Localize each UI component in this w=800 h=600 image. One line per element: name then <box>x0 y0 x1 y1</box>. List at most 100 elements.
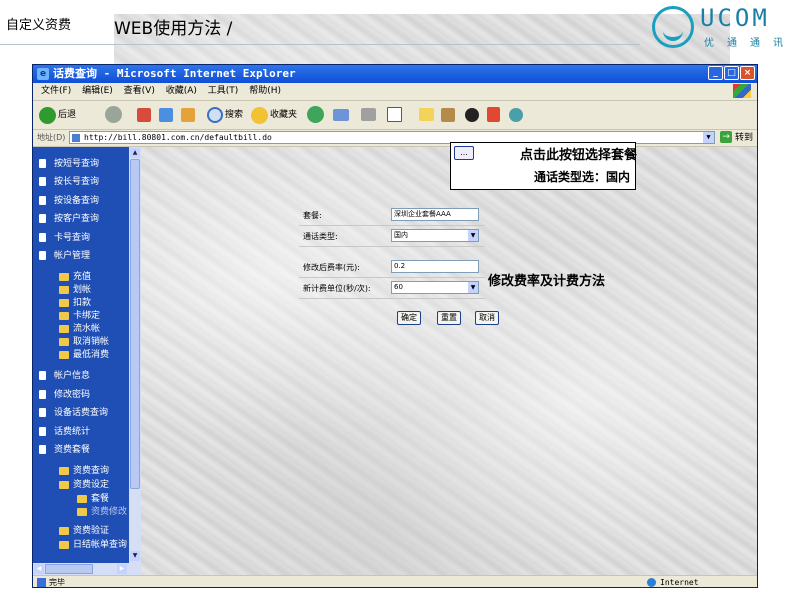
print-icon <box>361 108 376 121</box>
favorites-button[interactable]: 收藏夹 <box>251 106 297 124</box>
messenger-button[interactable] <box>465 106 479 124</box>
scroll-down-icon[interactable]: ▼ <box>130 551 140 561</box>
close-button[interactable]: × <box>740 66 755 80</box>
menu-bar: 文件(F) 编辑(E) 查看(V) 收藏(A) 工具(T) 帮助(H) <box>33 83 757 101</box>
home-icon <box>181 107 195 122</box>
favorites-label: 收藏夹 <box>270 110 298 120</box>
document-icon <box>39 177 46 186</box>
sidebar-item-change-password[interactable]: 修改密码 <box>39 388 90 402</box>
folder-button[interactable] <box>419 106 434 124</box>
chevron-down-icon: ▼ <box>468 282 478 293</box>
sidebar-vertical-scrollbar[interactable]: ▲ ▼ <box>129 147 141 563</box>
sidebar-sub-daily-bill[interactable]: 日结帐单查询 <box>59 539 127 551</box>
main-panel: 套餐: 深圳企业套餐AAA 通话类型: 国内 ▼ 修改后费率(元): 0.2 新… <box>141 147 757 575</box>
go-button[interactable]: → 转到 <box>720 131 753 145</box>
sidebar-sub-deduct[interactable]: 扣款 <box>59 297 91 309</box>
sidebar-sub-ledger[interactable]: 流水帐 <box>59 323 100 335</box>
sidebar-sub-tariff-setting[interactable]: 资费设定 <box>59 479 109 491</box>
confirm-button[interactable]: 确定 <box>397 311 421 325</box>
document-icon <box>39 159 46 168</box>
scroll-left-icon[interactable]: ◀ <box>34 564 44 574</box>
address-bar: 地址(D) http://bill.80801.com.cn/defaultbi… <box>33 130 757 147</box>
unit-row: 新计费单位(秒/次): 60 ▼ <box>299 278 485 299</box>
hscroll-thumb[interactable] <box>45 564 93 574</box>
document-icon <box>39 233 46 242</box>
scroll-thumb[interactable] <box>130 159 140 489</box>
plugin-button[interactable] <box>487 106 500 124</box>
page-done-icon <box>37 578 46 587</box>
minimize-button[interactable]: _ <box>708 66 723 80</box>
package-input[interactable]: 深圳企业套餐AAA <box>391 208 479 221</box>
slide-title: WEB使用方法 / 自定义资费 <box>6 14 730 442</box>
sidebar-item-fee-stats[interactable]: 话费统计 <box>39 425 90 439</box>
package-label: 套餐: <box>303 211 322 220</box>
window-controls: _ □ × <box>707 66 755 84</box>
forward-button[interactable] <box>105 106 122 124</box>
chevron-down-icon: ▼ <box>468 230 478 241</box>
unit-value: 60 <box>394 283 403 291</box>
sidebar-sub-tariff-modify[interactable]: 资费修改 <box>77 506 127 518</box>
sidebar-item-card[interactable]: 卡号查询 <box>39 231 90 245</box>
menu-tools[interactable]: 工具(T) <box>208 83 239 100</box>
research-button[interactable] <box>441 106 455 124</box>
network-icon <box>509 107 523 122</box>
folder-icon <box>59 466 69 475</box>
unit-select[interactable]: 60 ▼ <box>391 281 479 294</box>
title-divider <box>0 44 640 45</box>
sidebar-item-tariff-package[interactable]: 资费套餐 <box>39 443 90 457</box>
reset-button[interactable]: 重置 <box>437 311 461 325</box>
back-arrow-icon <box>39 106 56 124</box>
sidebar-item-account-mgmt[interactable]: 帐户管理 <box>39 249 90 263</box>
network-button[interactable] <box>509 106 523 124</box>
home-button[interactable] <box>181 106 195 124</box>
mail-button[interactable] <box>333 106 349 124</box>
sidebar-horizontal-scrollbar[interactable]: ◀ ▶ <box>33 563 141 575</box>
window-titlebar[interactable]: e 话费查询 - Microsoft Internet Explorer _ □ × <box>33 65 757 83</box>
folder-icon <box>59 337 69 346</box>
sidebar-item-short-number[interactable]: 按短号查询 <box>39 157 99 171</box>
sidebar-item-account-info[interactable]: 帐户信息 <box>39 369 90 383</box>
cancel-button[interactable]: 取消 <box>475 311 499 325</box>
status-done: 完毕 <box>37 576 65 587</box>
menu-view[interactable]: 查看(V) <box>124 83 155 100</box>
sidebar-sub-package[interactable]: 套餐 <box>77 493 109 505</box>
refresh-button[interactable] <box>159 106 173 124</box>
stop-button[interactable] <box>137 106 151 124</box>
sidebar-item-device-fees[interactable]: 设备话费查询 <box>39 406 108 420</box>
maximize-button[interactable]: □ <box>724 66 739 80</box>
search-button[interactable]: 搜索 <box>207 106 243 124</box>
folder-icon <box>77 507 87 516</box>
menu-help[interactable]: 帮助(H) <box>249 83 281 100</box>
scroll-right-icon[interactable]: ▶ <box>117 564 127 574</box>
back-button[interactable]: 后退 <box>39 106 76 124</box>
sidebar-item-customer[interactable]: 按客户查询 <box>39 212 99 226</box>
sidebar-sub-transfer[interactable]: 划帐 <box>59 284 91 296</box>
address-dropdown-icon[interactable]: ▼ <box>703 132 714 143</box>
sidebar-sub-tariff-query[interactable]: 资费查询 <box>59 465 109 477</box>
sidebar-item-long-number[interactable]: 按长号查询 <box>39 175 99 189</box>
calltype-select[interactable]: 国内 ▼ <box>391 229 479 242</box>
menu-edit[interactable]: 编辑(E) <box>82 83 113 100</box>
print-button[interactable] <box>361 106 376 124</box>
scroll-up-icon[interactable]: ▲ <box>130 148 140 158</box>
annotation-modify-rate: 修改费率及计费方法 <box>488 274 606 289</box>
folder-icon <box>59 480 69 489</box>
sidebar-sub-recharge[interactable]: 充值 <box>59 271 91 283</box>
sidebar-sub-card-bind[interactable]: 卡绑定 <box>59 310 100 322</box>
document-icon <box>39 445 46 454</box>
forward-arrow-icon <box>105 106 122 123</box>
edit-button[interactable] <box>387 106 402 124</box>
history-button[interactable] <box>307 106 324 124</box>
rate-input[interactable]: 0.2 <box>391 260 479 273</box>
logo-subtext: 优通通讯 <box>704 38 796 49</box>
sidebar-sub-tariff-verify[interactable]: 资费验证 <box>59 525 109 537</box>
document-icon <box>39 196 46 205</box>
folder-icon <box>59 311 69 320</box>
menu-file[interactable]: 文件(F) <box>41 83 71 100</box>
package-picker-button[interactable]: ... <box>454 146 474 160</box>
menu-favorites[interactable]: 收藏(A) <box>166 83 197 100</box>
sidebar-sub-cancel-writeoff[interactable]: 取消销帐 <box>59 336 109 348</box>
sidebar-sub-min-spend[interactable]: 最低消费 <box>59 349 109 361</box>
sidebar-item-device[interactable]: 按设备查询 <box>39 194 99 208</box>
folder-icon <box>77 494 87 503</box>
